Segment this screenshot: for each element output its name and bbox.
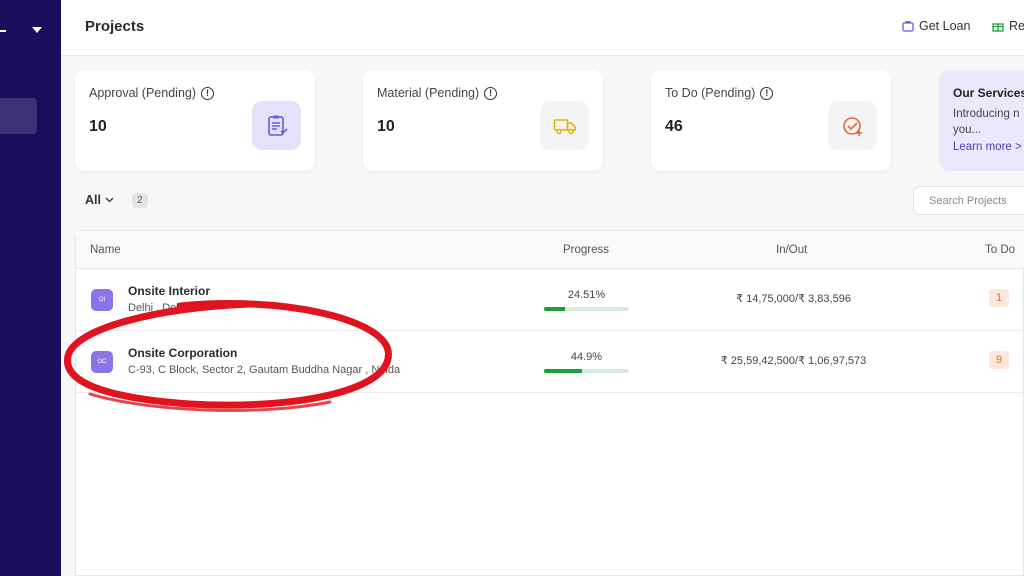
- header-name[interactable]: Name: [90, 244, 121, 256]
- progress-label: 24.51%: [567, 289, 606, 301]
- topbar: Projects Get Loan Ref: [61, 0, 1024, 56]
- inout-value: ₹ 25,59,42,500/₹ 1,06,97,573: [720, 355, 867, 367]
- progress-fill: [544, 307, 565, 311]
- avatar: OC: [91, 351, 113, 373]
- count-badge: 2: [132, 193, 148, 208]
- approval-card[interactable]: Approval (Pending) ! 10: [75, 70, 315, 171]
- chevron-down-icon: [105, 197, 114, 203]
- info-icon[interactable]: !: [484, 86, 498, 100]
- sidebar-item-active[interactable]: [0, 98, 37, 134]
- progress-label: 44.9%: [570, 351, 603, 363]
- promo-text: Introducing n you...: [953, 108, 1020, 136]
- promo-title: Our Services: [953, 86, 1024, 100]
- learn-more-link[interactable]: Learn more >: [953, 141, 1022, 153]
- projects-table: Name Progress In/Out To Do OI Onsite Int…: [75, 230, 1024, 576]
- services-promo[interactable]: Our Services Introducing n you... Learn …: [939, 70, 1024, 171]
- card-label: To Do (Pending): [665, 86, 756, 100]
- todo-card[interactable]: To Do (Pending) ! 46: [651, 70, 891, 171]
- sidebar: [0, 0, 61, 576]
- gift-icon: [992, 23, 1004, 32]
- card-value: 46: [665, 118, 683, 135]
- inout-value: ₹ 14,75,000/₹ 3,83,596: [736, 293, 851, 305]
- filter-dropdown[interactable]: All: [85, 193, 114, 207]
- menu-line: [0, 30, 6, 32]
- card-title: Approval (Pending) !: [89, 86, 215, 100]
- table-row[interactable]: OC Onsite Corporation C-93, C Block, Sec…: [76, 331, 1024, 393]
- check-plus-icon: [828, 101, 877, 150]
- avatar: OI: [91, 289, 113, 311]
- card-value: 10: [377, 118, 395, 135]
- header-todo[interactable]: To Do: [985, 244, 1015, 256]
- card-title: To Do (Pending) !: [665, 86, 774, 100]
- info-icon[interactable]: !: [201, 86, 215, 100]
- progress-bar: [544, 307, 629, 311]
- ref-label: Ref: [1009, 19, 1024, 33]
- project-address: Delhi , Delhi: [128, 302, 188, 314]
- header-progress[interactable]: Progress: [563, 244, 609, 256]
- progress-fill: [544, 369, 583, 373]
- project-name[interactable]: Onsite Interior: [128, 284, 210, 298]
- header-inout[interactable]: In/Out: [776, 244, 807, 256]
- briefcase-icon: [902, 21, 914, 32]
- chevron-down-icon[interactable]: [32, 27, 42, 33]
- info-icon[interactable]: !: [760, 86, 774, 100]
- filter-label: All: [85, 193, 101, 207]
- todo-badge[interactable]: 1: [989, 289, 1009, 307]
- main: Projects Get Loan Ref Approval (Pending)…: [61, 0, 1024, 576]
- clipboard-icon: [252, 101, 301, 150]
- card-label: Material (Pending): [377, 86, 480, 100]
- card-value: 10: [89, 118, 107, 135]
- get-loan-button[interactable]: Get Loan: [902, 19, 970, 33]
- material-card[interactable]: Material (Pending) ! 10: [363, 70, 603, 171]
- table-header: Name Progress In/Out To Do: [76, 231, 1024, 269]
- ref-button[interactable]: Ref: [992, 19, 1024, 33]
- search-input[interactable]: Search Projects: [913, 186, 1024, 215]
- todo-badge[interactable]: 9: [989, 351, 1009, 369]
- progress-bar: [544, 369, 629, 373]
- table-row[interactable]: OI Onsite Interior Delhi , Delhi 24.51% …: [76, 269, 1024, 331]
- project-name[interactable]: Onsite Corporation: [128, 346, 237, 360]
- truck-icon: [540, 101, 589, 150]
- project-address: C-93, C Block, Sector 2, Gautam Buddha N…: [128, 364, 401, 376]
- card-title: Material (Pending) !: [377, 86, 498, 100]
- get-loan-label: Get Loan: [919, 19, 971, 33]
- page-title: Projects: [85, 18, 145, 35]
- card-label: Approval (Pending): [89, 86, 197, 100]
